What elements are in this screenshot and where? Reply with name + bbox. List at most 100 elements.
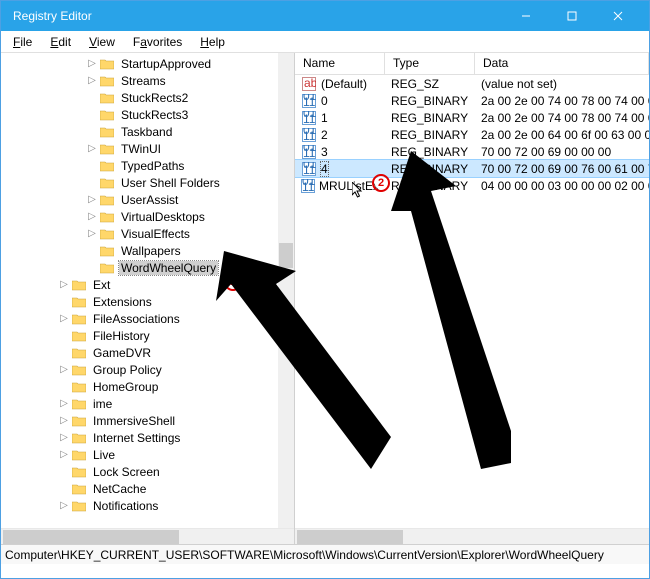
tree-item[interactable]: Lock Screen: [1, 463, 294, 480]
tree-item[interactable]: Wallpapers: [1, 242, 294, 259]
folder-icon: [99, 142, 115, 156]
value-type: REG_BINARY: [385, 179, 475, 193]
expand-toggle-icon[interactable]: ▷: [85, 228, 99, 239]
tree-item-label: FileAssociations: [91, 312, 182, 326]
folder-icon: [99, 193, 115, 207]
tree-horizontal-scrollbar[interactable]: [1, 528, 294, 544]
value-data: (value not set): [475, 77, 649, 91]
tree-item-label: TypedPaths: [119, 159, 186, 173]
tree-item[interactable]: ▷ FileAssociations: [1, 310, 294, 327]
tree-item[interactable]: WordWheelQuery: [1, 259, 294, 276]
expand-toggle-icon[interactable]: ▷: [57, 364, 71, 375]
expand-toggle-icon[interactable]: ▷: [57, 398, 71, 409]
value-type: REG_SZ: [385, 77, 475, 91]
tree-item[interactable]: ▷Group Policy: [1, 361, 294, 378]
list-horizontal-scrollbar[interactable]: [295, 528, 649, 544]
binary-value-icon: 011110: [301, 127, 317, 143]
value-row[interactable]: ab(Default)REG_SZ(value not set): [295, 75, 649, 92]
tree-item[interactable]: ▷Streams: [1, 72, 294, 89]
window-title: Registry Editor: [9, 9, 92, 23]
expand-toggle-icon[interactable]: ▷: [57, 279, 71, 290]
tree-item[interactable]: HomeGroup: [1, 378, 294, 395]
value-list[interactable]: ab(Default)REG_SZ(value not set)0111100R…: [295, 75, 649, 194]
tree-item[interactable]: ▷StartupApproved: [1, 55, 294, 72]
maximize-button[interactable]: [549, 1, 595, 31]
tree-item-label: GameDVR: [91, 346, 153, 360]
tree-item[interactable]: Taskband: [1, 123, 294, 140]
value-type: REG_BINARY: [385, 162, 475, 176]
folder-icon: [99, 159, 115, 173]
tree-vertical-scrollbar[interactable]: [278, 53, 294, 528]
expand-toggle-icon[interactable]: ▷: [57, 313, 71, 324]
tree-item-label: StuckRects2: [119, 91, 190, 105]
expand-toggle-icon[interactable]: ▷: [57, 449, 71, 460]
folder-icon: [71, 295, 87, 309]
value-data: 04 00 00 00 03 00 00 00 02 00 00 00: [475, 179, 649, 193]
menu-view[interactable]: View: [81, 33, 123, 51]
expand-toggle-icon[interactable]: ▷: [85, 143, 99, 154]
minimize-button[interactable]: [503, 1, 549, 31]
tree-item[interactable]: User Shell Folders: [1, 174, 294, 191]
value-name: 3: [321, 145, 328, 159]
value-row[interactable]: 0111100REG_BINARY2a 00 2e 00 74 00 78 00…: [295, 92, 649, 109]
tree-item[interactable]: StuckRects3: [1, 106, 294, 123]
registry-tree[interactable]: ▷StartupApproved▷Streams StuckRects2Stuck…: [1, 53, 294, 516]
tree-item-label: Notifications: [91, 499, 160, 513]
menu-favorites[interactable]: Favorites: [125, 33, 190, 51]
menu-edit[interactable]: Edit: [42, 33, 79, 51]
tree-item[interactable]: NetCache: [1, 480, 294, 497]
expand-toggle-icon[interactable]: ▷: [85, 75, 99, 86]
tree-item[interactable]: GameDVR: [1, 344, 294, 361]
expand-toggle-icon[interactable]: ▷: [57, 432, 71, 443]
status-bar: Computer\HKEY_CURRENT_USER\SOFTWARE\Micr…: [1, 544, 649, 564]
tree-item[interactable]: ▷ImmersiveShell: [1, 412, 294, 429]
expand-toggle-icon[interactable]: ▷: [85, 194, 99, 205]
folder-icon: [99, 210, 115, 224]
tree-item[interactable]: ▷VirtualDesktops: [1, 208, 294, 225]
binary-value-icon: 011110: [301, 110, 317, 126]
string-value-icon: ab: [301, 76, 317, 92]
tree-item[interactable]: FileHistory: [1, 327, 294, 344]
binary-value-icon: 011110: [301, 144, 317, 160]
expand-toggle-icon[interactable]: ▷: [57, 415, 71, 426]
folder-icon: [71, 397, 87, 411]
tree-item-label: Ext: [91, 278, 112, 292]
tree-item[interactable]: Extensions: [1, 293, 294, 310]
svg-text:110: 110: [303, 95, 316, 108]
value-row[interactable]: 0111104REG_BINARY70 00 72 00 69 00 76 00…: [295, 160, 649, 177]
tree-item[interactable]: ▷ Notifications: [1, 497, 294, 514]
menu-help[interactable]: Help: [192, 33, 233, 51]
tree-item[interactable]: ▷VisualEffects: [1, 225, 294, 242]
folder-icon: [71, 499, 87, 513]
menu-file[interactable]: File: [5, 33, 40, 51]
column-data[interactable]: Data: [475, 53, 649, 74]
column-name[interactable]: Name: [295, 53, 385, 74]
folder-icon: [71, 363, 87, 377]
tree-item[interactable]: ▷UserAssist: [1, 191, 294, 208]
folder-icon: [99, 74, 115, 88]
folder-icon: [71, 346, 87, 360]
tree-item[interactable]: ▷Internet Settings: [1, 429, 294, 446]
svg-text:110: 110: [303, 163, 316, 176]
svg-text:110: 110: [302, 180, 315, 193]
value-row[interactable]: 0111101REG_BINARY2a 00 2e 00 74 00 78 00…: [295, 109, 649, 126]
tree-item[interactable]: ▷TWinUI: [1, 140, 294, 157]
close-button[interactable]: [595, 1, 641, 31]
value-row[interactable]: 0111103REG_BINARY70 00 72 00 69 00 00 00: [295, 143, 649, 160]
tree-item[interactable]: StuckRects2: [1, 89, 294, 106]
tree-item-label: Lock Screen: [91, 465, 162, 479]
folder-icon: [71, 329, 87, 343]
expand-toggle-icon[interactable]: ▷: [85, 211, 99, 222]
tree-item-label: Live: [91, 448, 117, 462]
expand-toggle-icon[interactable]: ▷: [85, 58, 99, 69]
column-type[interactable]: Type: [385, 53, 475, 74]
tree-item[interactable]: TypedPaths: [1, 157, 294, 174]
tree-item[interactable]: ▷ Ext: [1, 276, 294, 293]
value-row[interactable]: 011110MRUListExREG_BINARY04 00 00 00 03 …: [295, 177, 649, 194]
expand-toggle-icon[interactable]: ▷: [57, 500, 71, 511]
folder-icon: [99, 91, 115, 105]
tree-item[interactable]: ▷ime: [1, 395, 294, 412]
tree-item[interactable]: ▷ Live: [1, 446, 294, 463]
value-row[interactable]: 0111102REG_BINARY2a 00 2e 00 64 00 6f 00…: [295, 126, 649, 143]
folder-icon: [71, 414, 87, 428]
